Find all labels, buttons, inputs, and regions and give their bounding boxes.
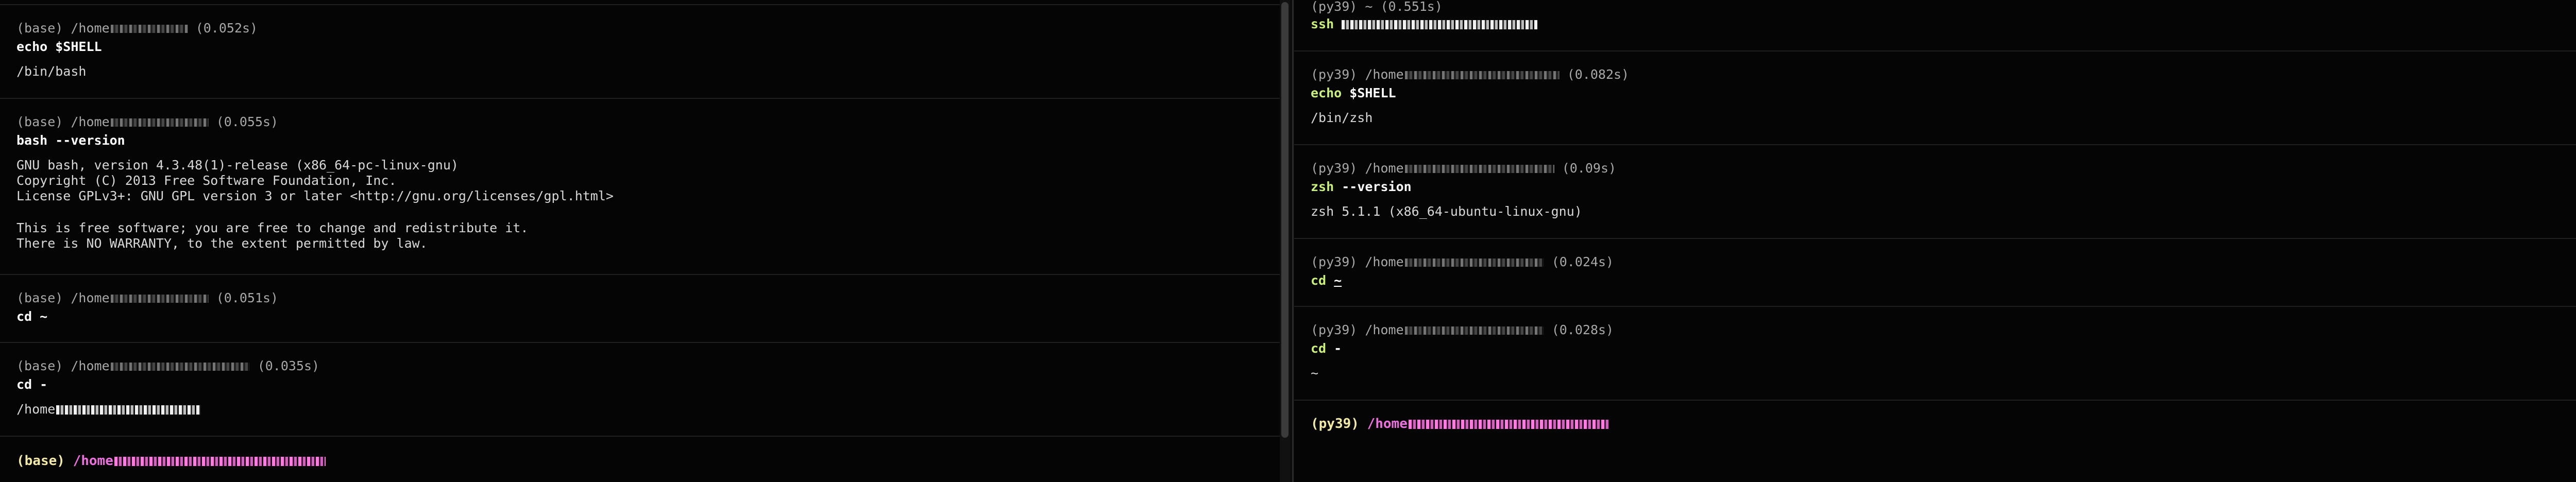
block-output: This is free software; you are free to c… [16, 220, 529, 235]
block-prompt-meta: (py39) /home (0.082s) [1311, 67, 1630, 82]
redacted-path [110, 363, 250, 371]
block-prompt-meta: (py39) /home (0.024s) [1311, 254, 1614, 269]
terminal-pane-left[interactable]: (base) /home (0.052s) echo $SHELL /bin/b… [0, 0, 1280, 482]
block-command: cd ~ [16, 309, 48, 324]
redacted-path [114, 456, 326, 466]
redacted-path [56, 405, 201, 415]
redacted-path [1408, 419, 1609, 429]
block-command: bash --version [16, 133, 125, 148]
command-block[interactable]: (py39) /home (0.028s) cd - ~ [1294, 306, 2576, 400]
block-output: /bin/zsh [1311, 110, 1373, 125]
block-prompt-meta: (base) /home (0.051s) [16, 290, 279, 305]
block-output: zsh 5.1.1 (x86_64-ubuntu-linux-gnu) [1311, 204, 1582, 219]
block-command: cd ~ [1311, 273, 1342, 288]
active-prompt-line[interactable]: (base) /home [16, 453, 326, 469]
command-block[interactable]: (base) /home (0.035s) cd - /home [0, 342, 1280, 436]
command-block[interactable]: (base) /home (0.052s) echo $SHELL /bin/b… [0, 4, 1280, 98]
block-prompt-meta: (py39) ~ (0.551s) [1311, 0, 1443, 14]
block-command: cd - [16, 377, 48, 392]
redacted-path [1404, 259, 1544, 267]
block-prompt-meta: (base) /home (0.052s) [16, 21, 258, 36]
redacted-path [110, 295, 209, 303]
redacted-path [1404, 165, 1554, 173]
active-prompt[interactable]: (py39) /home [1294, 400, 2576, 482]
command-block[interactable]: (py39) ~ (0.551s) ssh [1294, 0, 2576, 50]
block-command: ssh [1311, 16, 1538, 32]
block-output: License GPLv3+: GNU GPL version 3 or lat… [16, 188, 614, 203]
redacted-host [1342, 20, 1538, 29]
command-block[interactable]: (base) /home (0.055s) bash --version GNU… [0, 98, 1280, 274]
block-prompt-meta: (py39) /home (0.028s) [1311, 322, 1614, 337]
redacted-path [1404, 71, 1560, 79]
block-output: Copyright (C) 2013 Free Software Foundat… [16, 173, 397, 188]
block-prompt-meta: (base) /home (0.035s) [16, 358, 320, 373]
active-prompt-line[interactable]: (py39) /home [1311, 416, 1609, 432]
command-block[interactable]: (py39) /home (0.024s) cd ~ [1294, 238, 2576, 306]
block-output: /home [16, 402, 201, 417]
block-prompt-meta: (base) /home (0.055s) [16, 114, 279, 129]
command-block[interactable]: (py39) /home (0.082s) echo $SHELL /bin/z… [1294, 50, 2576, 144]
command-block[interactable]: (py39) /home (0.09s) zsh --version zsh 5… [1294, 144, 2576, 238]
block-command: echo $SHELL [1311, 85, 1396, 100]
block-command: echo $SHELL [16, 39, 102, 54]
block-output: /bin/bash [16, 64, 87, 79]
scrollbar-thumb[interactable] [1281, 2, 1289, 438]
redacted-path [110, 25, 188, 33]
terminal-pane-right[interactable]: (py39) ~ (0.551s) ssh (py39) /home (0.08… [1294, 0, 2576, 482]
pane-divider[interactable] [1292, 0, 1294, 482]
block-output: GNU bash, version 4.3.48(1)-release (x86… [16, 158, 459, 173]
block-prompt-meta: (py39) /home (0.09s) [1311, 161, 1617, 176]
block-output: There is NO WARRANTY, to the extent perm… [16, 236, 428, 251]
active-prompt[interactable]: (base) /home [0, 436, 1280, 482]
command-block[interactable]: (base) /home (0.051s) cd ~ [0, 274, 1280, 342]
block-command: cd - [1311, 341, 1342, 356]
block-command: zsh --version [1311, 179, 1412, 194]
redacted-path [1404, 326, 1544, 335]
redacted-path [110, 118, 209, 127]
block-output: ~ [1311, 366, 1319, 381]
